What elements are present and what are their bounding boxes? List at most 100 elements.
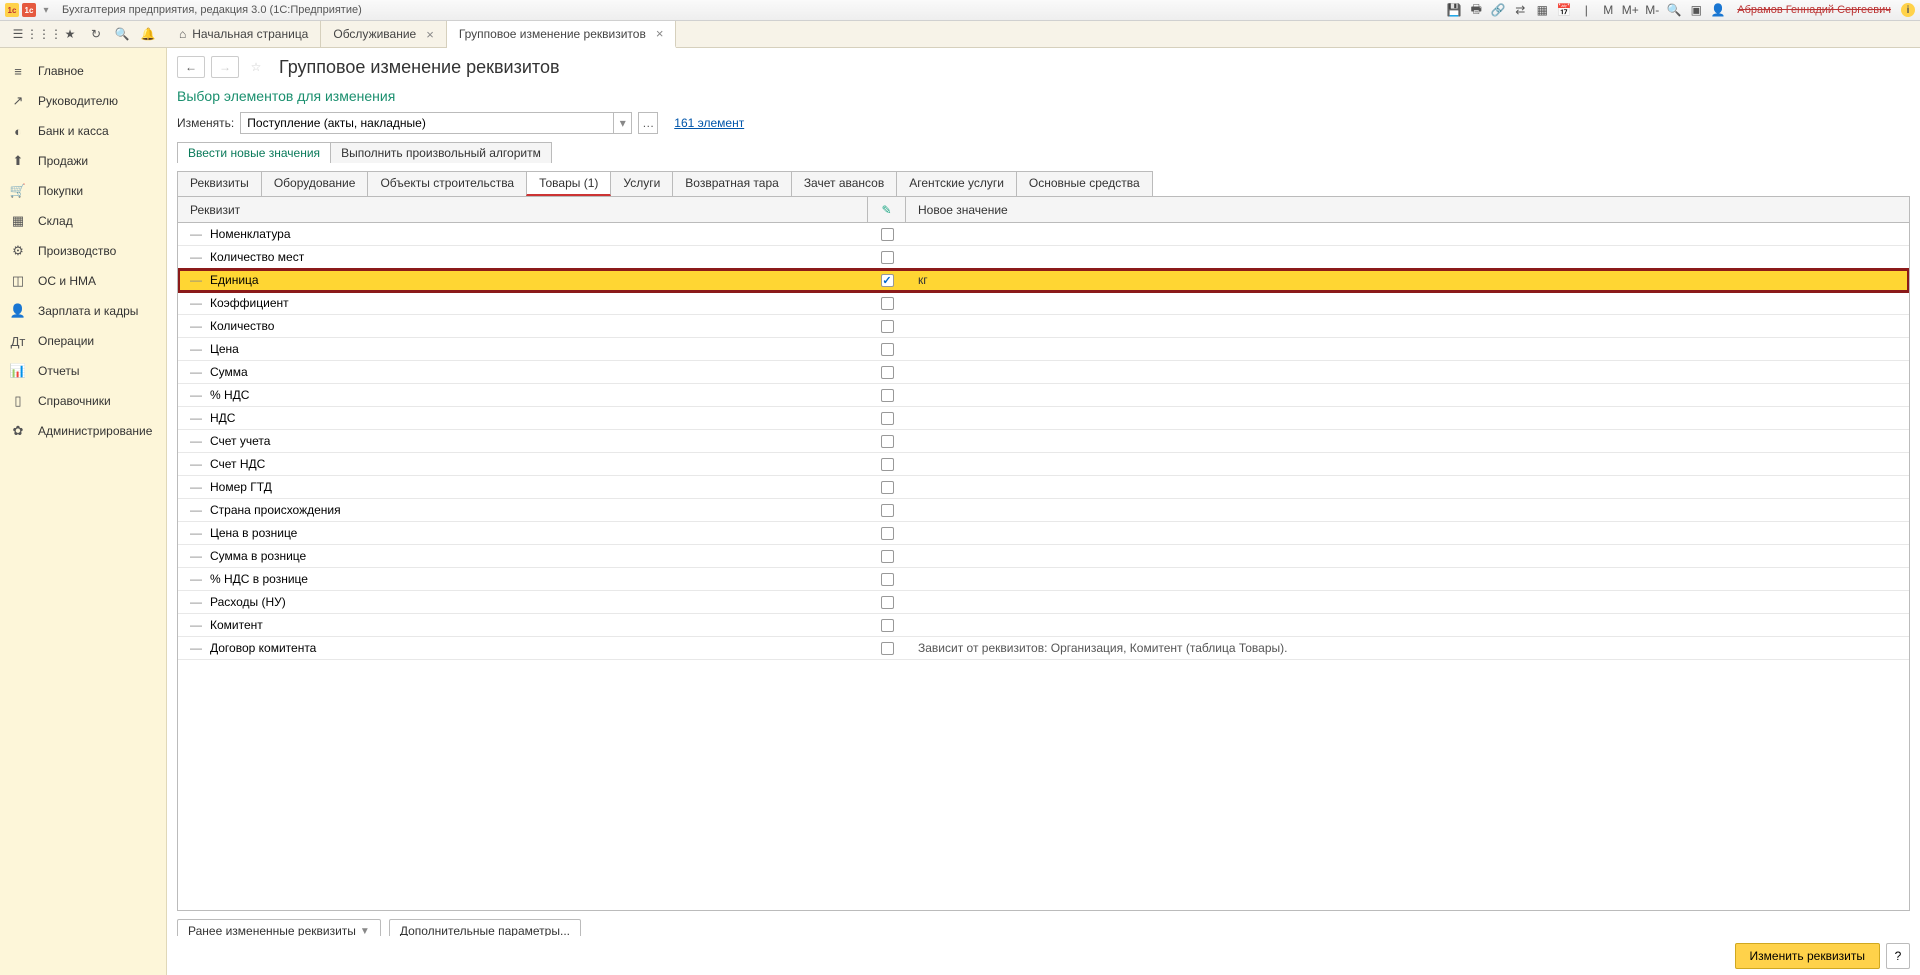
cell-new-value[interactable]: [906, 545, 1909, 567]
sidebar-item[interactable]: ⬆Продажи: [0, 146, 166, 176]
cell-new-value[interactable]: [906, 384, 1909, 406]
close-icon[interactable]: ×: [426, 27, 434, 42]
checkbox[interactable]: [881, 320, 894, 333]
m-button[interactable]: M: [1599, 2, 1617, 18]
cell-new-value[interactable]: [906, 246, 1909, 268]
select-dialog-button[interactable]: …: [638, 112, 658, 134]
checkbox[interactable]: [881, 481, 894, 494]
mode-tab-algorithm[interactable]: Выполнить произвольный алгоритм: [331, 142, 552, 163]
app-menu-dropdown-icon[interactable]: ▾: [39, 3, 53, 17]
feature-tab[interactable]: Товары (1): [526, 171, 611, 196]
table-row[interactable]: — Номер ГТД: [178, 476, 1909, 499]
table-row[interactable]: — % НДС: [178, 384, 1909, 407]
table-row[interactable]: — Цена: [178, 338, 1909, 361]
feature-tab[interactable]: Агентские услуги: [896, 171, 1017, 196]
table-row[interactable]: — Единица ✓ кг: [178, 269, 1909, 292]
sidebar-item[interactable]: 🛒Покупки: [0, 176, 166, 206]
m-plus-button[interactable]: M+: [1621, 2, 1639, 18]
checkbox[interactable]: [881, 251, 894, 264]
col-new-value[interactable]: Новое значение: [906, 197, 1909, 222]
collapse-icon[interactable]: —: [190, 572, 200, 586]
table-row[interactable]: — Номенклатура: [178, 223, 1909, 246]
collapse-icon[interactable]: —: [190, 273, 200, 287]
help-button[interactable]: ?: [1886, 943, 1910, 969]
cell-checkbox[interactable]: [868, 499, 906, 521]
cell-new-value[interactable]: [906, 338, 1909, 360]
user-icon[interactable]: 👤: [1709, 2, 1727, 18]
info-icon[interactable]: i: [1901, 3, 1915, 17]
table-row[interactable]: — Страна происхождения: [178, 499, 1909, 522]
cell-checkbox[interactable]: [868, 430, 906, 452]
feature-tab[interactable]: Реквизиты: [177, 171, 262, 196]
checkbox[interactable]: [881, 619, 894, 632]
collapse-icon[interactable]: —: [190, 457, 200, 471]
table-row[interactable]: — Сумма в рознице: [178, 545, 1909, 568]
count-link[interactable]: 161 элемент: [674, 116, 744, 130]
collapse-icon[interactable]: —: [190, 250, 200, 264]
checkbox[interactable]: [881, 435, 894, 448]
col-requisite[interactable]: Реквизит: [178, 197, 868, 222]
cell-new-value[interactable]: [906, 614, 1909, 636]
collapse-icon[interactable]: —: [190, 503, 200, 517]
feature-tab[interactable]: Оборудование: [261, 171, 369, 196]
dropdown-icon[interactable]: ▾: [613, 113, 631, 133]
cell-checkbox[interactable]: [868, 453, 906, 475]
feature-tab[interactable]: Объекты строительства: [367, 171, 527, 196]
collapse-icon[interactable]: —: [190, 319, 200, 333]
sidebar-item[interactable]: ▦Склад: [0, 206, 166, 236]
feature-tab[interactable]: Услуги: [610, 171, 673, 196]
cell-checkbox[interactable]: [868, 407, 906, 429]
cell-new-value[interactable]: [906, 223, 1909, 245]
checkbox[interactable]: [881, 389, 894, 402]
checkbox[interactable]: [881, 343, 894, 356]
cell-checkbox[interactable]: [868, 223, 906, 245]
collapse-icon[interactable]: —: [190, 227, 200, 241]
checkbox[interactable]: [881, 550, 894, 563]
link-icon[interactable]: 🔗: [1489, 2, 1507, 18]
table-row[interactable]: — Коэффициент: [178, 292, 1909, 315]
tab-group-edit[interactable]: Групповое изменение реквизитов ×: [447, 21, 677, 48]
compare-icon[interactable]: ⇄: [1511, 2, 1529, 18]
tab-home[interactable]: ⌂ Начальная страница: [167, 21, 321, 47]
collapse-icon[interactable]: —: [190, 618, 200, 632]
checkbox[interactable]: [881, 527, 894, 540]
table-row[interactable]: — Комитент: [178, 614, 1909, 637]
sidebar-item[interactable]: ↗Руководителю: [0, 86, 166, 116]
checkbox[interactable]: [881, 412, 894, 425]
history-icon[interactable]: ↻: [86, 24, 106, 44]
cell-checkbox[interactable]: [868, 315, 906, 337]
table-row[interactable]: — Договор комитента Зависит от реквизито…: [178, 637, 1909, 660]
table-row[interactable]: — Счет учета: [178, 430, 1909, 453]
cell-new-value[interactable]: [906, 315, 1909, 337]
checkbox[interactable]: ✓: [881, 274, 894, 287]
calendar-icon[interactable]: 📅: [1555, 2, 1573, 18]
favorite-star-icon[interactable]: ☆: [245, 56, 267, 78]
checkbox[interactable]: [881, 366, 894, 379]
checkbox[interactable]: [881, 228, 894, 241]
layout-icon[interactable]: ▣: [1687, 2, 1705, 18]
feature-tab[interactable]: Основные средства: [1016, 171, 1153, 196]
cell-checkbox[interactable]: [868, 637, 906, 659]
cell-new-value[interactable]: [906, 568, 1909, 590]
feature-tab[interactable]: Возвратная тара: [672, 171, 792, 196]
cell-new-value[interactable]: кг: [906, 269, 1909, 291]
mode-tab-values[interactable]: Ввести новые значения: [177, 142, 331, 163]
sidebar-item[interactable]: ⚙Производство: [0, 236, 166, 266]
cell-new-value[interactable]: Зависит от реквизитов: Организация, Коми…: [906, 637, 1909, 659]
cell-checkbox[interactable]: [868, 292, 906, 314]
collapse-icon[interactable]: —: [190, 434, 200, 448]
col-edit[interactable]: ✎: [868, 197, 906, 222]
feature-tab[interactable]: Зачет авансов: [791, 171, 897, 196]
checkbox[interactable]: [881, 642, 894, 655]
sidebar-item[interactable]: ДтОперации: [0, 326, 166, 356]
cell-checkbox[interactable]: ✓: [868, 269, 906, 291]
m-minus-button[interactable]: M-: [1643, 2, 1661, 18]
collapse-icon[interactable]: —: [190, 641, 200, 655]
print-icon[interactable]: 🖶: [1467, 2, 1485, 18]
cell-checkbox[interactable]: [868, 338, 906, 360]
sidebar-item[interactable]: 👤Зарплата и кадры: [0, 296, 166, 326]
cell-new-value[interactable]: [906, 292, 1909, 314]
collapse-icon[interactable]: —: [190, 342, 200, 356]
user-name[interactable]: Абрамов Геннадий Сергеевич: [1737, 4, 1891, 16]
table-row[interactable]: — Цена в рознице: [178, 522, 1909, 545]
